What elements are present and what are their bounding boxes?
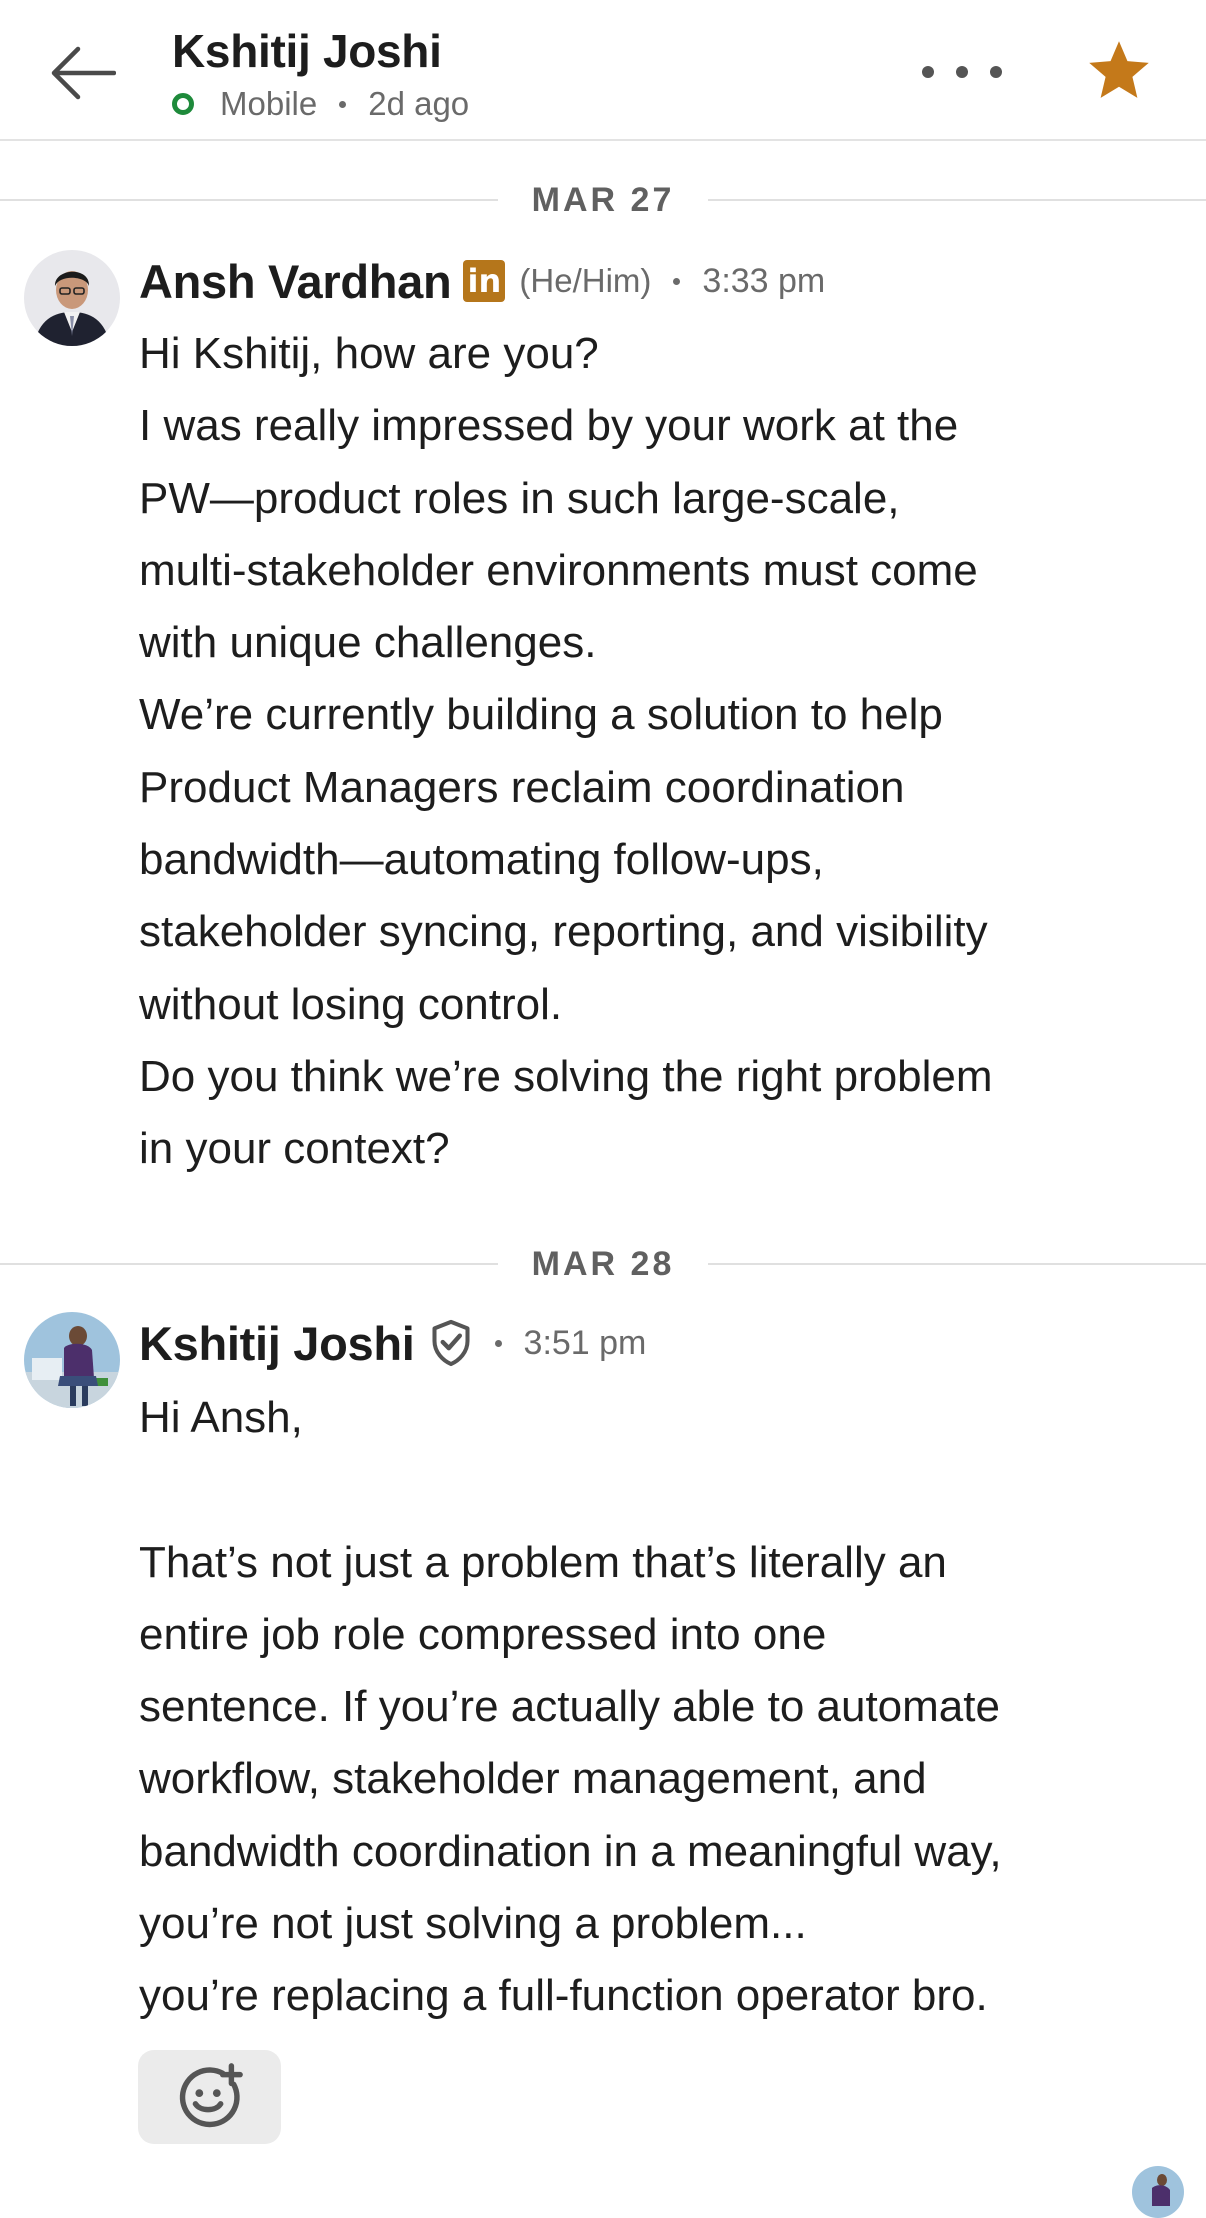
avatar[interactable]	[24, 1312, 120, 1408]
add-reaction-button[interactable]	[138, 2050, 281, 2144]
pronouns: (He/Him)	[519, 262, 652, 299]
avatar[interactable]	[24, 250, 120, 346]
message-line: you’re not just solving a problem...	[139, 1899, 807, 1949]
read-receipt-avatar	[1132, 2166, 1184, 2218]
profile-photo-icon	[1132, 2166, 1184, 2218]
message-line: without losing control.	[139, 979, 563, 1029]
more-dot	[922, 66, 934, 78]
message-line: Do you think we’re solving the right pro…	[139, 1051, 993, 1101]
message-line: you’re replacing a full-function operato…	[139, 1971, 988, 2021]
presence-label: Mobile	[220, 85, 318, 122]
separator-dot	[494, 1339, 502, 1347]
more-dot	[956, 66, 968, 78]
message-line: That’s not just a problem that’s literal…	[139, 1537, 947, 1587]
message-time: 3:51 pm	[523, 1323, 647, 1362]
contact-name[interactable]: Kshitij Joshi	[172, 24, 442, 78]
verified-shield-icon	[432, 1319, 470, 1367]
star-button[interactable]	[1084, 36, 1154, 106]
message-line: with unique challenges.	[139, 618, 597, 668]
divider-line	[708, 199, 1206, 201]
message-line	[139, 1454, 1139, 1526]
message-line: multi-stakeholder environments must come	[139, 545, 978, 595]
date-separator: MAR 27	[0, 180, 1206, 220]
message-line: Hi Ansh,	[139, 1393, 303, 1442]
add-reaction-icon	[179, 2063, 243, 2128]
message-header: Ansh Vardhan in (He/Him) 3:33 pm	[139, 251, 825, 311]
star-icon	[1089, 41, 1149, 98]
divider-line	[0, 199, 498, 201]
message-body: Hi Kshitij, how are you? I was really im…	[139, 318, 1139, 1186]
back-button[interactable]	[44, 38, 120, 108]
message-line: in your context?	[139, 1124, 450, 1174]
online-indicator-icon	[172, 93, 194, 115]
message-line: PW—product roles in such large-scale,	[139, 473, 900, 523]
date-label: MAR 28	[531, 1244, 675, 1283]
profile-photo-icon	[24, 250, 120, 346]
date-label: MAR 27	[531, 180, 675, 219]
more-options-button[interactable]	[922, 50, 1002, 94]
last-active-label: 2d ago	[368, 85, 470, 122]
message-line: bandwidth—automating follow-ups,	[139, 835, 824, 885]
sender-name[interactable]: Ansh Vardhan	[139, 254, 452, 309]
separator-dot	[673, 277, 681, 285]
divider-line	[0, 1263, 498, 1265]
sender-name[interactable]: Kshitij Joshi	[139, 1316, 415, 1371]
divider-line	[708, 1263, 1206, 1265]
presence-status: Mobile 2d ago	[172, 84, 469, 124]
message-line: stakeholder syncing, reporting, and visi…	[139, 907, 988, 957]
message-body: Hi Ansh, That’s not just a problem that’…	[139, 1382, 1139, 2033]
message-line: entire job role compressed into one	[139, 1609, 827, 1659]
arrow-left-icon	[51, 46, 116, 100]
message-header: Kshitij Joshi 3:51 pm	[139, 1313, 646, 1373]
date-separator: MAR 28	[0, 1244, 1206, 1284]
message-line: sentence. If you’re actually able to aut…	[139, 1682, 1000, 1732]
message-line: Product Managers reclaim coordination	[139, 762, 905, 812]
message-line: workflow, stakeholder management, and	[139, 1754, 927, 1804]
more-dot	[990, 66, 1002, 78]
profile-photo-icon	[24, 1312, 120, 1408]
message-line: Hi Kshitij, how are you?	[139, 329, 599, 378]
message-time: 3:33 pm	[702, 261, 826, 300]
message-line: I was really impressed by your work at t…	[139, 401, 959, 451]
message-line: bandwidth coordination in a meaningful w…	[139, 1826, 1002, 1876]
conversation-header: Kshitij Joshi Mobile 2d ago	[0, 0, 1206, 141]
linkedin-premium-badge-icon: in	[463, 260, 506, 302]
separator-dot	[339, 100, 347, 108]
message-line: We’re currently building a solution to h…	[139, 690, 943, 740]
